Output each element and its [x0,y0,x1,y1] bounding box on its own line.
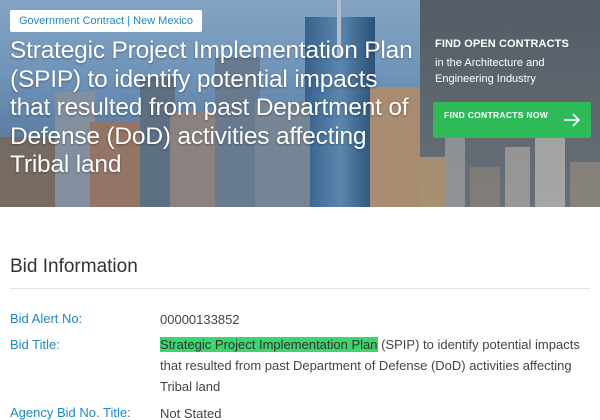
contract-tag: Government Contract | New Mexico [10,10,203,32]
section-title: Bid Information [10,256,138,277]
bid-alert-value: 00000133852 [160,312,240,327]
find-contracts-button[interactable]: FIND CONTRACTS NOW [433,102,591,138]
panel-subtitle: in the Architecture and Engineering Indu… [435,57,545,85]
find-contracts-panel: FIND OPEN CONTRACTS in the Architecture … [420,0,600,207]
section-divider [10,288,590,289]
highlighted-keyword: Strategic Project Implementation Plan [160,337,378,352]
hero-image: Government Contract | New Mexico Strateg… [0,0,420,207]
page-title: Strategic Project Implementation Plan (S… [10,37,413,178]
hero-banner: Government Contract | New Mexico Strateg… [0,0,600,207]
bid-title-value: Strategic Project Implementation Plan (S… [160,334,592,397]
agency-bid-label: Agency Bid No. Title: [10,405,131,420]
agency-bid-value: Not Stated [160,406,222,420]
panel-title: FIND OPEN CONTRACTS [435,38,569,50]
bid-alert-label: Bid Alert No: [10,311,83,326]
find-contracts-label: FIND CONTRACTS NOW [444,110,549,120]
arrow-right-icon [564,113,581,127]
bid-title-label: Bid Title: [10,337,60,352]
